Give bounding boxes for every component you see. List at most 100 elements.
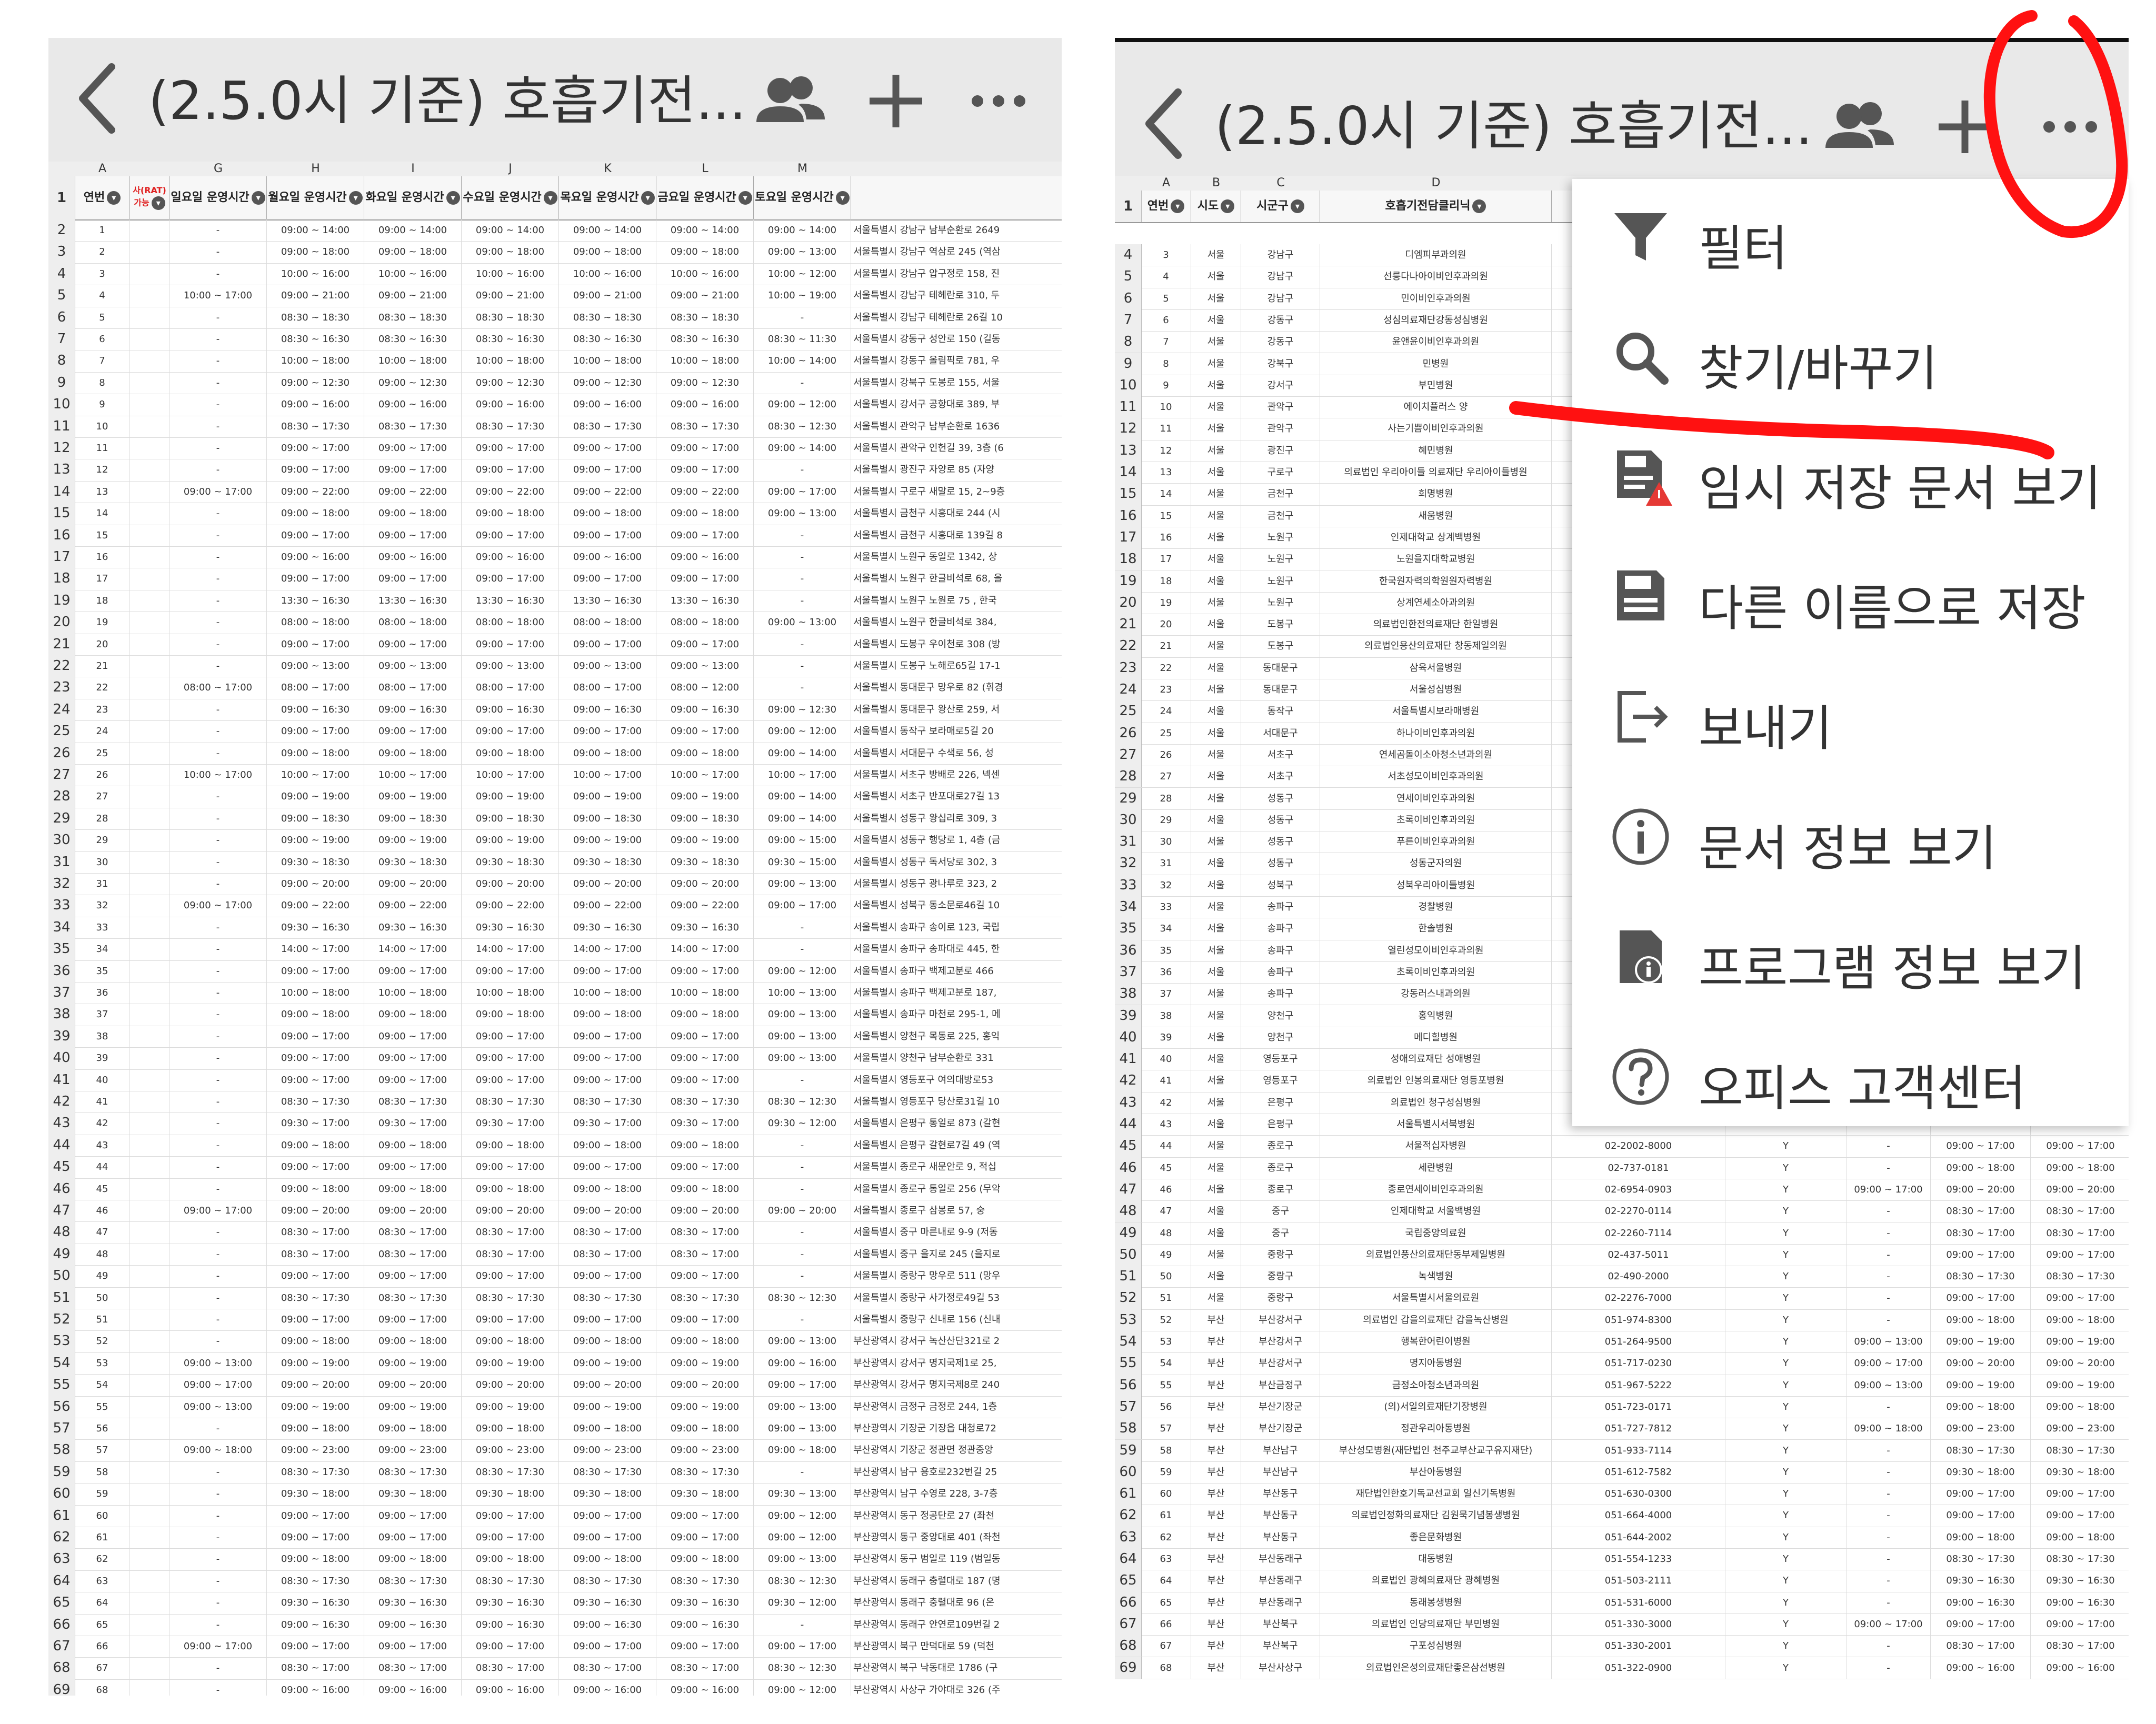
table-cell[interactable] [130, 938, 169, 960]
table-cell[interactable]: 한솔병원 [1320, 918, 1552, 940]
table-cell[interactable]: 서울특별시 성동구 왕십리로 309, 3 [851, 808, 1062, 829]
table-cell[interactable]: - [1846, 1200, 1931, 1222]
table-cell[interactable]: 08:00 ~ 17:00 [462, 677, 559, 699]
table-cell[interactable]: 10:00 ~ 17:00 [656, 764, 754, 786]
table-cell[interactable]: 서울특별시 광진구 자양로 85 (자양 [851, 459, 1062, 480]
table-cell[interactable]: 푸른이비인후과의원 [1320, 831, 1552, 853]
table-cell[interactable]: 08:30 ~ 17:00 [2031, 1200, 2129, 1222]
table-cell[interactable]: 08:30 ~ 18:30 [462, 306, 559, 328]
table-cell[interactable]: 09:30 ~ 17:00 [559, 1112, 656, 1135]
table-row[interactable]: 15 14-09:00 ~ 18:00 09:00 ~ 18:00 09:00 ~ 1… [48, 503, 1062, 525]
table-cell[interactable]: 09:00 ~ 19:00 [656, 1396, 754, 1418]
table-cell[interactable]: 09:00 ~ 20:00 [2031, 1352, 2129, 1374]
table-row[interactable]: 63 62-09:00 ~ 18:00 09:00 ~ 18:00 09:00 ~ 1… [48, 1548, 1062, 1571]
table-cell[interactable]: 09:00 ~ 20:00 [364, 1200, 462, 1222]
table-cell[interactable]: 39 [1141, 1026, 1191, 1049]
table-cell[interactable]: 서울 [1191, 635, 1241, 657]
table-cell[interactable]: 의료법인정화의료재단 김원묵기념봉생병원 [1320, 1505, 1552, 1527]
table-cell[interactable]: 09:00 ~ 23:00 [656, 1439, 754, 1461]
table-cell[interactable]: 63 [1141, 1548, 1191, 1570]
table-cell[interactable]: 09:00 ~ 20:00 [1931, 1178, 2031, 1201]
table-cell[interactable] [130, 1178, 169, 1200]
table-cell[interactable]: 09:30 ~ 16:30 [462, 916, 559, 939]
table-row[interactable]: 57 56 부산 부산기장군 (의)서일의료재단기장병원 051-723-0171 Y -09… [1115, 1396, 2129, 1419]
table-cell[interactable]: 09:00 ~ 17:00 [462, 524, 559, 546]
table-cell[interactable]: 09:00 ~ 13:00 [267, 655, 364, 677]
table-cell[interactable]: 12 [75, 459, 130, 481]
table-cell[interactable]: 09:00 ~ 17:00 [1931, 1505, 2031, 1527]
table-cell[interactable]: 중랑구 [1241, 1287, 1320, 1309]
table-cell[interactable]: 09:00 ~ 13:00 [754, 1047, 851, 1069]
filter-dropdown-icon[interactable]: ▾ [1472, 199, 1486, 213]
table-cell[interactable]: - [754, 633, 851, 655]
table-cell[interactable]: 56 [75, 1418, 130, 1440]
table-cell[interactable]: 37 [1141, 983, 1191, 1005]
table-row[interactable]: 14 13 09:00 ~ 17:00 09:00 ~ 22:00 09:00 ~ 22… [48, 480, 1062, 504]
table-cell[interactable]: - [169, 1025, 267, 1048]
table-cell[interactable]: 051-723-0171 [1552, 1396, 1725, 1418]
table-row[interactable]: 54 53 부산 부산강서구 행복한어린이병원 051-264-9500 Y 09:00 ~ … [1115, 1331, 2129, 1354]
table-cell[interactable]: 08:30 ~ 18:30 [267, 306, 364, 328]
table-cell[interactable]: 09:00 ~ 18:00 [364, 1548, 462, 1570]
table-cell[interactable]: 서울 [1191, 1222, 1241, 1244]
table-cell[interactable]: 도봉구 [1241, 635, 1320, 657]
table-cell[interactable]: 09:30 ~ 17:00 [267, 1112, 364, 1135]
table-cell[interactable]: 서울특별시 성동구 독서당로 302, 3 [851, 851, 1062, 873]
table-cell[interactable]: 09:00 ~ 19:00 [267, 829, 364, 851]
table-cell[interactable]: 부산 [1191, 1331, 1241, 1353]
table-cell[interactable]: 10:00 ~ 17:00 [559, 764, 656, 786]
table-cell[interactable]: 부산기장군 [1241, 1396, 1320, 1418]
table-cell[interactable]: 부산광역시 사상구 가야대로 326 (주 [851, 1679, 1062, 1696]
table-cell[interactable]: 08:30 ~ 17:30 [656, 1091, 754, 1113]
table-cell[interactable]: 051-554-1233 [1552, 1548, 1725, 1570]
table-cell[interactable]: 부산광역시 동구 중앙대로 401 (좌천 [851, 1527, 1062, 1548]
table-cell[interactable]: - [169, 612, 267, 634]
table-cell[interactable]: 09:00 ~ 13:00 [462, 655, 559, 677]
table-cell[interactable]: 34 [75, 938, 130, 960]
table-cell[interactable]: - [754, 589, 851, 612]
table-cell[interactable]: 09:00 ~ 17:00 [364, 1047, 462, 1069]
table-cell[interactable]: 부산 [1191, 1657, 1241, 1679]
table-cell[interactable]: 09:00 ~ 14:00 [559, 219, 656, 242]
table-cell[interactable]: 09:00 ~ 12:30 [267, 372, 364, 394]
header-cell[interactable]: 시군구 ▾ [1241, 191, 1320, 222]
table-cell[interactable]: 동대문구 [1241, 679, 1320, 701]
table-cell[interactable]: 서울 [1191, 526, 1241, 549]
table-cell[interactable]: 동대문구 [1241, 657, 1320, 679]
table-cell[interactable] [130, 1527, 169, 1549]
table-cell[interactable]: 부산광역시 기장군 기장읍 대청로72 [851, 1418, 1062, 1439]
table-cell[interactable]: 09:00 ~ 18:00 [2031, 1396, 2129, 1418]
table-cell[interactable] [130, 1396, 169, 1418]
table-cell[interactable]: 08:30 ~ 17:00 [2031, 1635, 2129, 1657]
table-cell[interactable]: 09:00 ~ 12:30 [754, 698, 851, 721]
table-cell[interactable]: 서울특별시 동작구 보라매로5길 20 [851, 720, 1062, 742]
table-row[interactable]: 57 56-09:00 ~ 18:00 09:00 ~ 18:00 09:00 ~ 1… [48, 1418, 1062, 1440]
table-cell[interactable] [130, 394, 169, 416]
table-cell[interactable]: 08:30 ~ 17:30 [656, 415, 754, 437]
header-cell[interactable]: 연번 ▾ [75, 176, 130, 219]
share-people-icon[interactable] [751, 62, 830, 141]
table-cell[interactable]: 서울 [1191, 679, 1241, 701]
table-cell[interactable]: 08:30 ~ 18:30 [656, 306, 754, 328]
table-cell[interactable]: 부산기장군 [1241, 1418, 1320, 1440]
table-cell[interactable]: 08:30 ~ 16:30 [559, 328, 656, 350]
table-cell[interactable]: 46 [75, 1200, 130, 1222]
table-cell[interactable]: 서울특별시 강남구 압구정로 158, 진 [851, 263, 1062, 285]
table-row[interactable]: 54 53 09:00 ~ 13:00 09:00 ~ 19:00 09:00 ~ 19… [48, 1352, 1062, 1375]
table-cell[interactable] [130, 1418, 169, 1440]
table-cell[interactable]: 09:00 ~ 17:00 [364, 1527, 462, 1549]
table-cell[interactable] [130, 589, 169, 612]
table-row[interactable]: 67 66 09:00 ~ 17:00 09:00 ~ 17:00 09:00 ~ 17… [48, 1636, 1062, 1658]
table-cell[interactable]: 43 [75, 1134, 130, 1157]
table-cell[interactable]: 의료법인 청구성심병원 [1320, 1091, 1552, 1114]
column-letter-J[interactable]: J [462, 162, 559, 176]
table-cell[interactable]: 10:00 ~ 17:00 [462, 764, 559, 786]
table-cell[interactable]: 서울특별시 송파구 백제고분로 466 [851, 960, 1062, 982]
table-cell[interactable]: 13 [75, 480, 130, 503]
table-cell[interactable]: 09:00 ~ 17:00 [559, 1025, 656, 1048]
table-cell[interactable]: 09:00 ~ 20:00 [559, 1200, 656, 1222]
column-letter-I[interactable]: I [364, 162, 462, 176]
column-letter-D[interactable]: D [1320, 176, 1552, 191]
table-cell[interactable]: 08:30 ~ 16:30 [364, 328, 462, 350]
table-cell[interactable] [130, 742, 169, 764]
